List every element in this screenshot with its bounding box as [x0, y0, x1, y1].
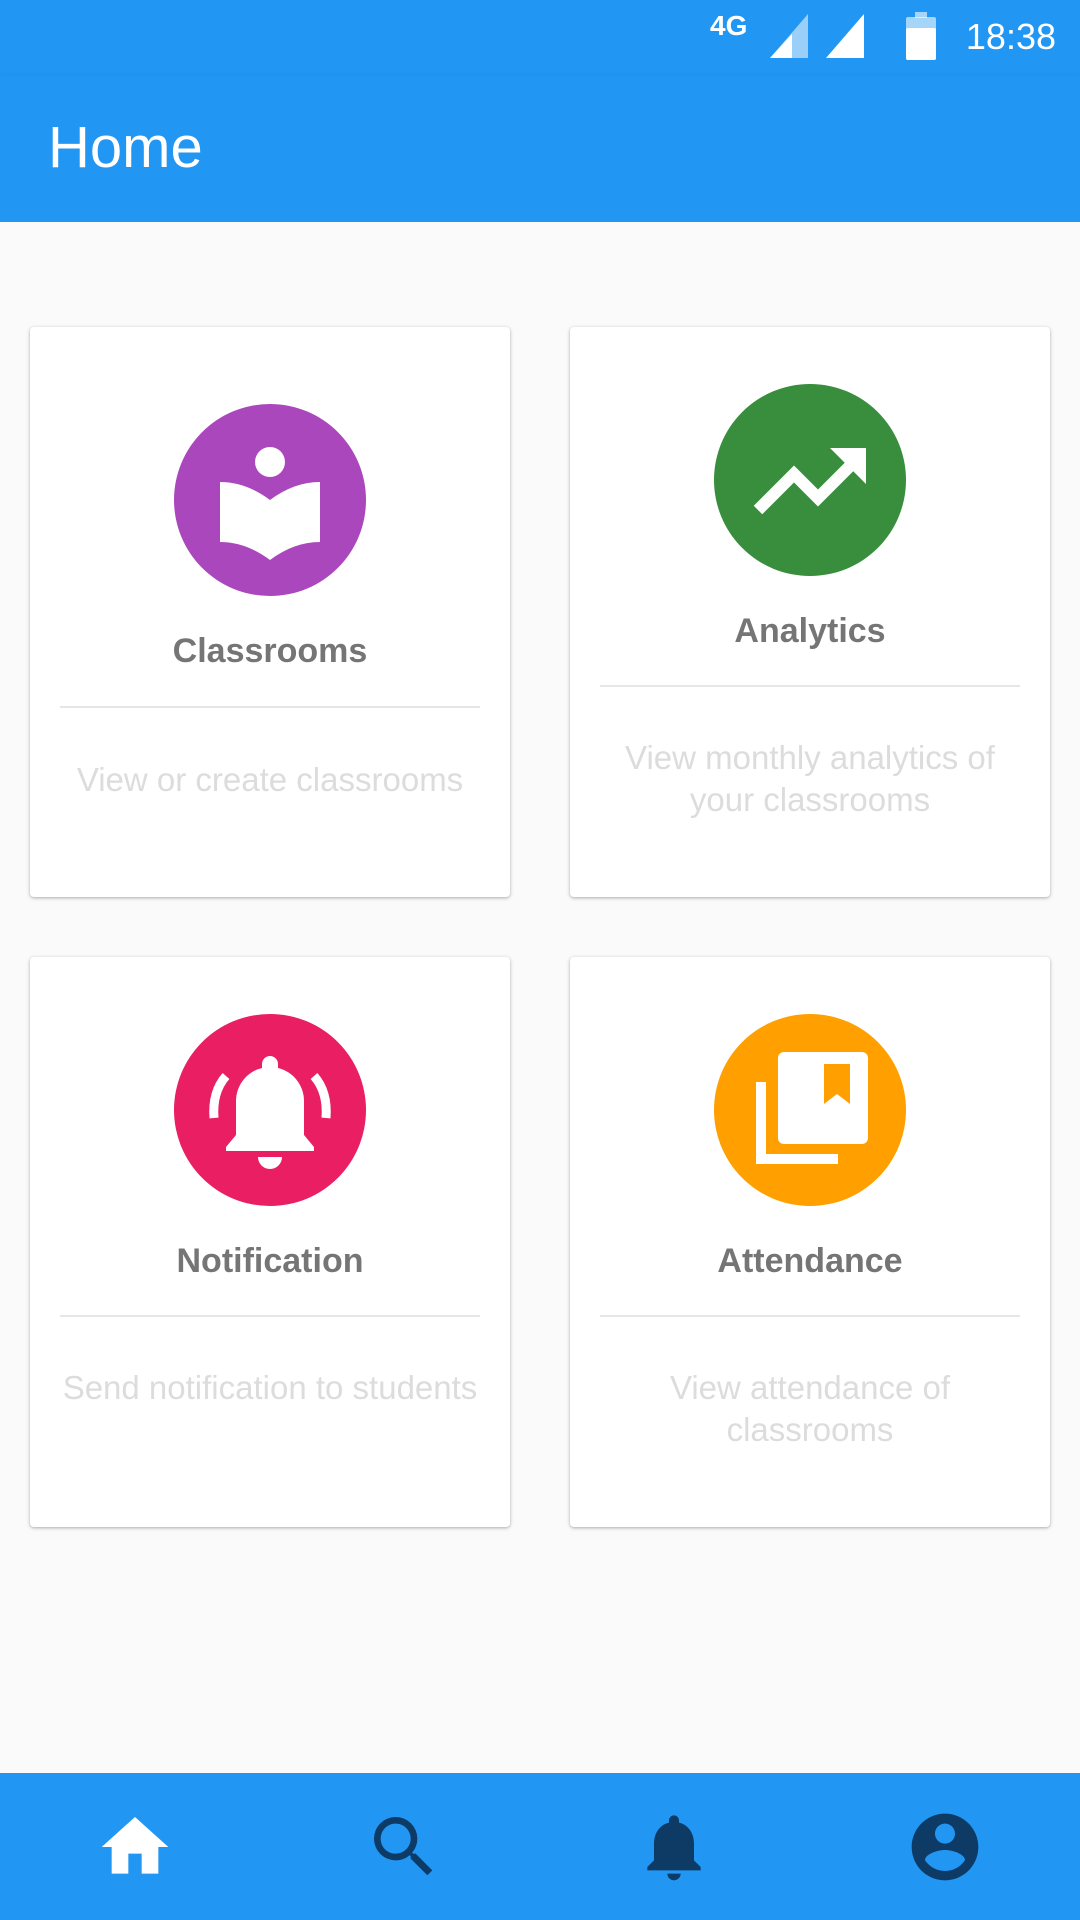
card-title: Attendance [717, 1242, 903, 1280]
card-description: View or create classrooms [76, 761, 464, 798]
classrooms-card[interactable]: Classrooms View or create classrooms [30, 327, 510, 897]
notification-card[interactable]: Notification Send notification to studen… [30, 957, 510, 1527]
card-description: View monthly analytics of your classroom… [625, 739, 995, 818]
classroom-book-icon [174, 404, 366, 596]
search-icon [374, 1817, 433, 1876]
card-title: Classrooms [172, 632, 368, 670]
app-bar: Home [0, 76, 1080, 222]
network-type-label: 4G [710, 10, 748, 41]
card-divider [600, 1315, 1020, 1317]
bell-ringing-icon [174, 1014, 366, 1206]
nav-account-button[interactable] [905, 1807, 985, 1887]
library-books-icon [714, 1014, 906, 1206]
nav-home-button[interactable] [95, 1807, 175, 1887]
card-description: View attendance of classrooms [669, 1369, 951, 1448]
card-description: Send notification to students [62, 1369, 478, 1406]
status-bar: 4G 18:38 [0, 0, 1080, 76]
dashboard-grid: Classrooms View or create classrooms Ana… [0, 222, 1080, 1772]
card-title: Analytics [734, 612, 886, 650]
home-icon [101, 1817, 169, 1874]
card-divider [60, 1315, 480, 1317]
nav-notifications-button[interactable] [634, 1807, 714, 1887]
attendance-card[interactable]: Attendance View attendance of classrooms [570, 957, 1050, 1527]
analytics-card[interactable]: Analytics View monthly analytics of your… [570, 327, 1050, 897]
bottom-navigation [0, 1773, 1080, 1920]
card-divider [60, 706, 480, 708]
notifications-icon [647, 1815, 701, 1881]
page-title: Home [48, 115, 203, 180]
nav-search-button[interactable] [364, 1807, 444, 1887]
card-divider [600, 685, 1020, 687]
clock-time: 18:38 [965, 16, 1056, 57]
signal-icon-2 [826, 14, 864, 63]
card-title: Notification [176, 1242, 364, 1280]
signal-icon-1 [770, 14, 808, 63]
battery-icon [906, 12, 936, 65]
trending-up-icon [714, 384, 906, 576]
account-circle-icon [911, 1813, 979, 1881]
